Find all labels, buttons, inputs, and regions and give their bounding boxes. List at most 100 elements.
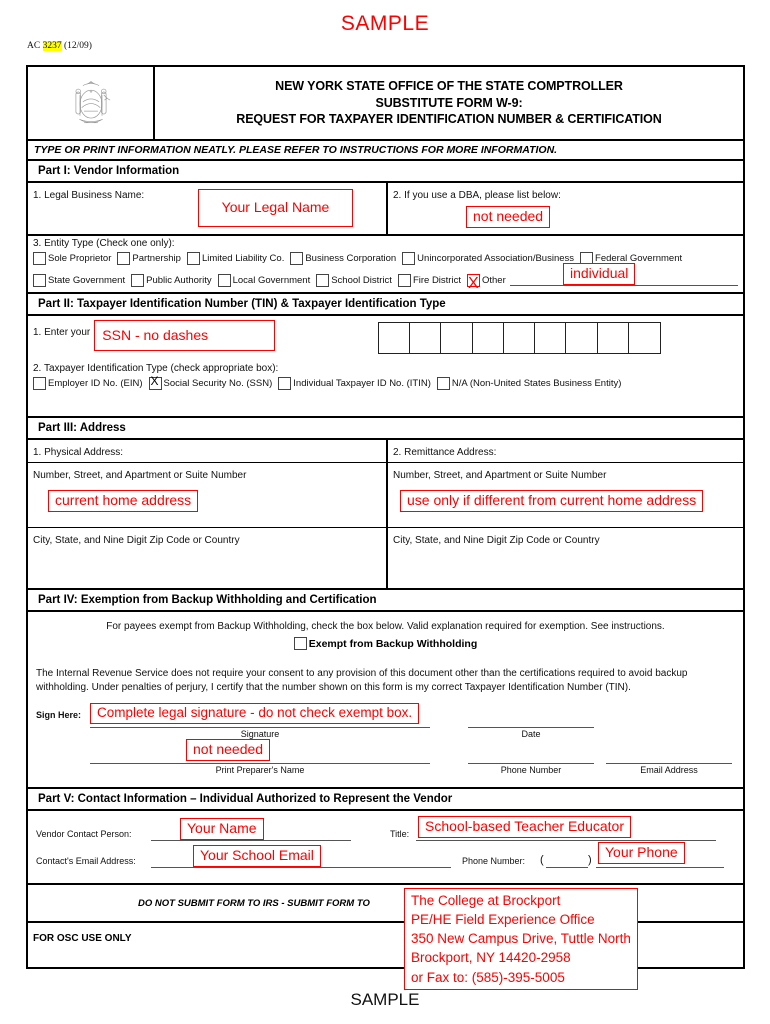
checkbox-employer-id-no[interactable] [33,377,46,390]
sample-watermark-top: SAMPLE [340,12,430,35]
remittance-city-cell[interactable]: City, State, and Nine Digit Zip Code or … [388,528,743,588]
tin-type-option-ssn[interactable]: Social Security No. (SSN) [148,375,272,390]
checkbox-sole-proprietor[interactable] [33,252,46,265]
part2-heading: Part II: Taxpayer Identification Number … [38,298,446,310]
checkbox-individual-taxpayer-id-no[interactable] [278,377,292,390]
contact-email-label: Contact's Email Address: [36,856,136,866]
exempt-from-backup-withholding-option[interactable]: Exempt from Backup Withholding [293,637,477,650]
tin-type-option-ein[interactable]: Employer ID No. (EIN) [33,377,143,390]
entity-option-partnership[interactable]: Partnership [117,252,181,265]
area-code-line[interactable] [546,867,588,868]
part4-body: For payees exempt from Backup Withholdin… [28,612,743,787]
part2-body-row: 1. Enter your SSN - no dashes 2. Taxpaye… [28,316,743,418]
entity-other-value[interactable]: individual [563,263,636,285]
checkbox-partnership[interactable] [117,252,131,265]
part5-body: Vendor Contact Person: Your Name Title: … [28,811,743,883]
checkbox-limited-liability-co[interactable] [186,252,200,265]
remittance-street-value[interactable]: use only if different from current home … [400,490,704,512]
phone-paren-open: ( [540,854,544,866]
tin-box[interactable] [503,323,536,353]
dba-cell[interactable]: 2. If you use a DBA, please list below: … [388,183,743,234]
title-label: Title: [390,829,410,839]
tin-box[interactable] [410,323,442,353]
entity-option-limited-liability-co[interactable]: Limited Liability Co. [186,252,284,265]
entity-option-local-government[interactable]: Local Government [217,274,310,287]
remittance-street-cell[interactable]: Number, Street, and Apartment or Suite N… [388,463,743,527]
checkbox-unincorporated-association[interactable] [402,252,416,265]
checkbox-exempt-from-backup-withholding[interactable] [293,637,307,650]
w9-form: NEW YORK STATE OFFICE OF THE STATE COMPT… [26,65,745,969]
contact-person-line[interactable] [151,840,351,841]
entity-option-other[interactable]: Other [466,274,506,287]
entity-option-label: School District [331,275,392,286]
checkbox-state-government[interactable] [33,274,46,287]
dba-value[interactable]: not needed [466,206,551,228]
entity-option-label: Sole Proprietor [48,253,112,264]
signature-value[interactable]: Complete legal signature - do not check … [90,703,420,724]
submit-to-address-value[interactable]: The College at Brockport PE/HE Field Exp… [404,888,638,990]
tin-box[interactable] [566,323,598,353]
contact-phone-value[interactable]: Your Phone [598,842,685,864]
title-line-1: NEW YORK STATE OFFICE OF THE STATE COMPT… [275,79,623,94]
phone-number-line[interactable] [596,867,724,868]
title-value[interactable]: School-based Teacher Educator [418,816,631,838]
physical-city-cell[interactable]: City, State, and Nine Digit Zip Code or … [28,528,388,588]
tin-box[interactable] [379,323,411,353]
tin-type-label: 2. Taxpayer Identification Type (check a… [33,363,279,374]
entity-option-fire-district[interactable]: Fire District [397,274,461,287]
checkbox-other[interactable] [466,274,480,287]
tin-type-option-itin[interactable]: Individual Taxpayer ID No. (ITIN) [278,377,431,390]
checkbox-local-government[interactable] [217,274,231,287]
signature-line[interactable] [90,727,430,728]
sign-here-label: Sign Here: [36,710,82,720]
form-page: SAMPLE AC 3237 (12/09) NEW YORK STATE OF… [0,0,770,1024]
tin-box[interactable] [472,323,504,353]
tin-box[interactable] [441,323,473,353]
phone-line[interactable] [468,763,594,764]
checkbox-public-authority[interactable] [131,274,145,287]
physical-street-value[interactable]: current home address [48,490,199,512]
physical-street-cell[interactable]: Number, Street, and Apartment or Suite N… [28,463,388,527]
checkbox-school-district[interactable] [316,274,330,287]
sample-watermark-bottom: SAMPLE [350,990,420,1009]
part4-heading: Part IV: Exemption from Backup Withholdi… [38,594,377,606]
preparer-value[interactable]: not needed [186,739,271,761]
exempt-checkbox-row[interactable]: Exempt from Backup Withholding [36,637,735,655]
entity-option-label: Fire District [412,275,461,286]
entity-option-unincorporated-association[interactable]: Unincorporated Association/Business [402,252,574,265]
entity-option-business-corporation[interactable]: Business Corporation [290,252,396,265]
seal-cell [28,67,155,139]
date-line[interactable] [468,727,594,728]
part2-body: 1. Enter your SSN - no dashes 2. Taxpaye… [28,316,743,416]
checkbox-social-security-no[interactable] [148,375,162,390]
entity-option-sole-proprietor[interactable]: Sole Proprietor [33,252,111,265]
contact-person-value[interactable]: Your Name [180,818,264,840]
preparer-caption: Print Preparer's Name [215,765,305,775]
email-line[interactable] [606,763,732,764]
contact-email-line[interactable] [151,867,451,868]
legal-business-name-value[interactable]: Your Legal Name [198,189,353,227]
entity-option-school-district[interactable]: School District [316,274,392,287]
entity-option-label: Unincorporated Association/Business [417,253,575,264]
tin-box[interactable] [628,323,660,353]
tin-box[interactable] [535,323,567,353]
entity-option-state-government[interactable]: State Government [33,274,125,287]
tin-value[interactable]: SSN - no dashes [94,320,276,351]
checkbox-na-non-us-business-entity[interactable] [436,377,450,390]
checkbox-fire-district[interactable] [397,274,411,287]
checkbox-business-corporation[interactable] [290,252,304,265]
part3-address-type-row: 1. Physical Address: 2. Remittance Addre… [28,440,743,463]
tin-type-option-na[interactable]: N/A (Non-United States Business Entity) [436,377,621,390]
physical-street-label: Number, Street, and Apartment or Suite N… [33,470,247,481]
preparer-line[interactable] [90,763,430,764]
title-line-3: REQUEST FOR TAXPAYER IDENTIFICATION NUMB… [236,112,662,127]
contact-email-value[interactable]: Your School Email [193,845,321,867]
tin-box[interactable] [597,323,629,353]
entity-option-public-authority[interactable]: Public Authority [131,274,212,287]
tin-boxes[interactable] [378,322,661,354]
title-line[interactable] [416,840,716,841]
legal-business-name-cell[interactable]: 1. Legal Business Name: Your Legal Name [28,183,388,234]
entity-option-label: Partnership [132,253,181,264]
osc-use-only-label: FOR OSC USE ONLY [33,933,132,944]
entity-type-options-row-2: State Government Public Authority Local … [33,263,738,287]
